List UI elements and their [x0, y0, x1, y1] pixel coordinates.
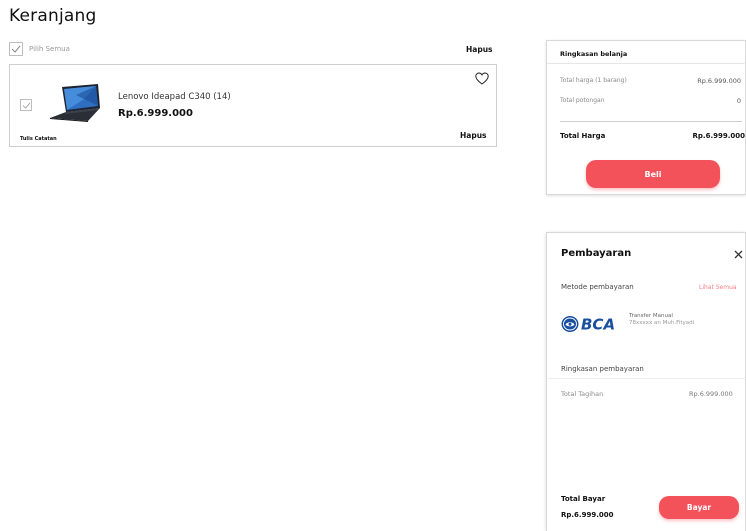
summary-row-value: 0	[736, 97, 741, 105]
select-all-row[interactable]: Pilih Semua	[9, 42, 70, 56]
summary-row-label: Total harga (1 barang)	[560, 77, 627, 84]
item-checkbox[interactable]	[20, 99, 32, 111]
summary-row-value: Rp.6.999.000	[697, 77, 741, 85]
check-icon	[11, 45, 21, 53]
select-all-checkbox[interactable]	[9, 42, 23, 56]
buy-button[interactable]: Beli	[586, 160, 720, 188]
total-price-value: Rp.6.999.000	[692, 132, 745, 140]
bank-account-number: 78xxxxx an Muh.Fityadi	[629, 320, 695, 326]
total-pay-value: Rp.6.999.000	[561, 511, 614, 519]
total-bill-value: Rp.6.999.000	[689, 390, 733, 398]
laptop-image	[50, 84, 100, 122]
delete-selected-button[interactable]: Hapus	[466, 45, 493, 54]
write-note-link[interactable]: Tulis Catatan	[20, 136, 57, 142]
product-name[interactable]: Lenovo Ideapad C340 (14)	[118, 92, 231, 102]
summary-row-label: Total potongan	[560, 97, 605, 104]
wishlist-heart-icon[interactable]	[475, 72, 489, 85]
pay-button[interactable]: Bayar	[659, 496, 739, 519]
divider	[560, 121, 742, 122]
payment-method-label: Metode pembayaran	[561, 283, 634, 291]
cart-item-card: Lenovo Ideapad C340 (14) Rp.6.999.000 Tu…	[9, 64, 497, 147]
item-delete-button[interactable]: Hapus	[460, 131, 487, 140]
total-bill-label: Total Tagihan	[561, 390, 604, 398]
total-pay-label: Total Bayar	[561, 495, 606, 503]
payment-summary-label: Ringkasan pembayaran	[561, 365, 644, 373]
page-title: Keranjang	[9, 6, 97, 26]
payment-title: Pembayaran	[561, 248, 632, 259]
bank-detail: Transfer Manual 78xxxxx an Muh.Fityadi	[629, 313, 694, 326]
total-price-label: Total Harga	[560, 132, 606, 140]
close-icon[interactable]	[734, 250, 743, 259]
divider	[547, 378, 746, 379]
bca-logo[interactable]: BCA	[561, 314, 623, 334]
payment-panel: Pembayaran Metode pembayaran Lihat Semua…	[546, 232, 746, 531]
check-icon	[22, 102, 30, 109]
see-all-link[interactable]: Lihat Semua	[699, 284, 737, 291]
shopping-summary-panel: Ringkasan belanja Total harga (1 barang)…	[546, 40, 746, 195]
divider	[547, 63, 746, 64]
product-price: Rp.6.999.000	[118, 108, 193, 119]
summary-title: Ringkasan belanja	[560, 50, 628, 58]
select-all-label: Pilih Semua	[29, 45, 70, 53]
bca-logo-text: BCA	[581, 316, 615, 334]
bank-transfer-type: Transfer Manual	[629, 313, 673, 319]
